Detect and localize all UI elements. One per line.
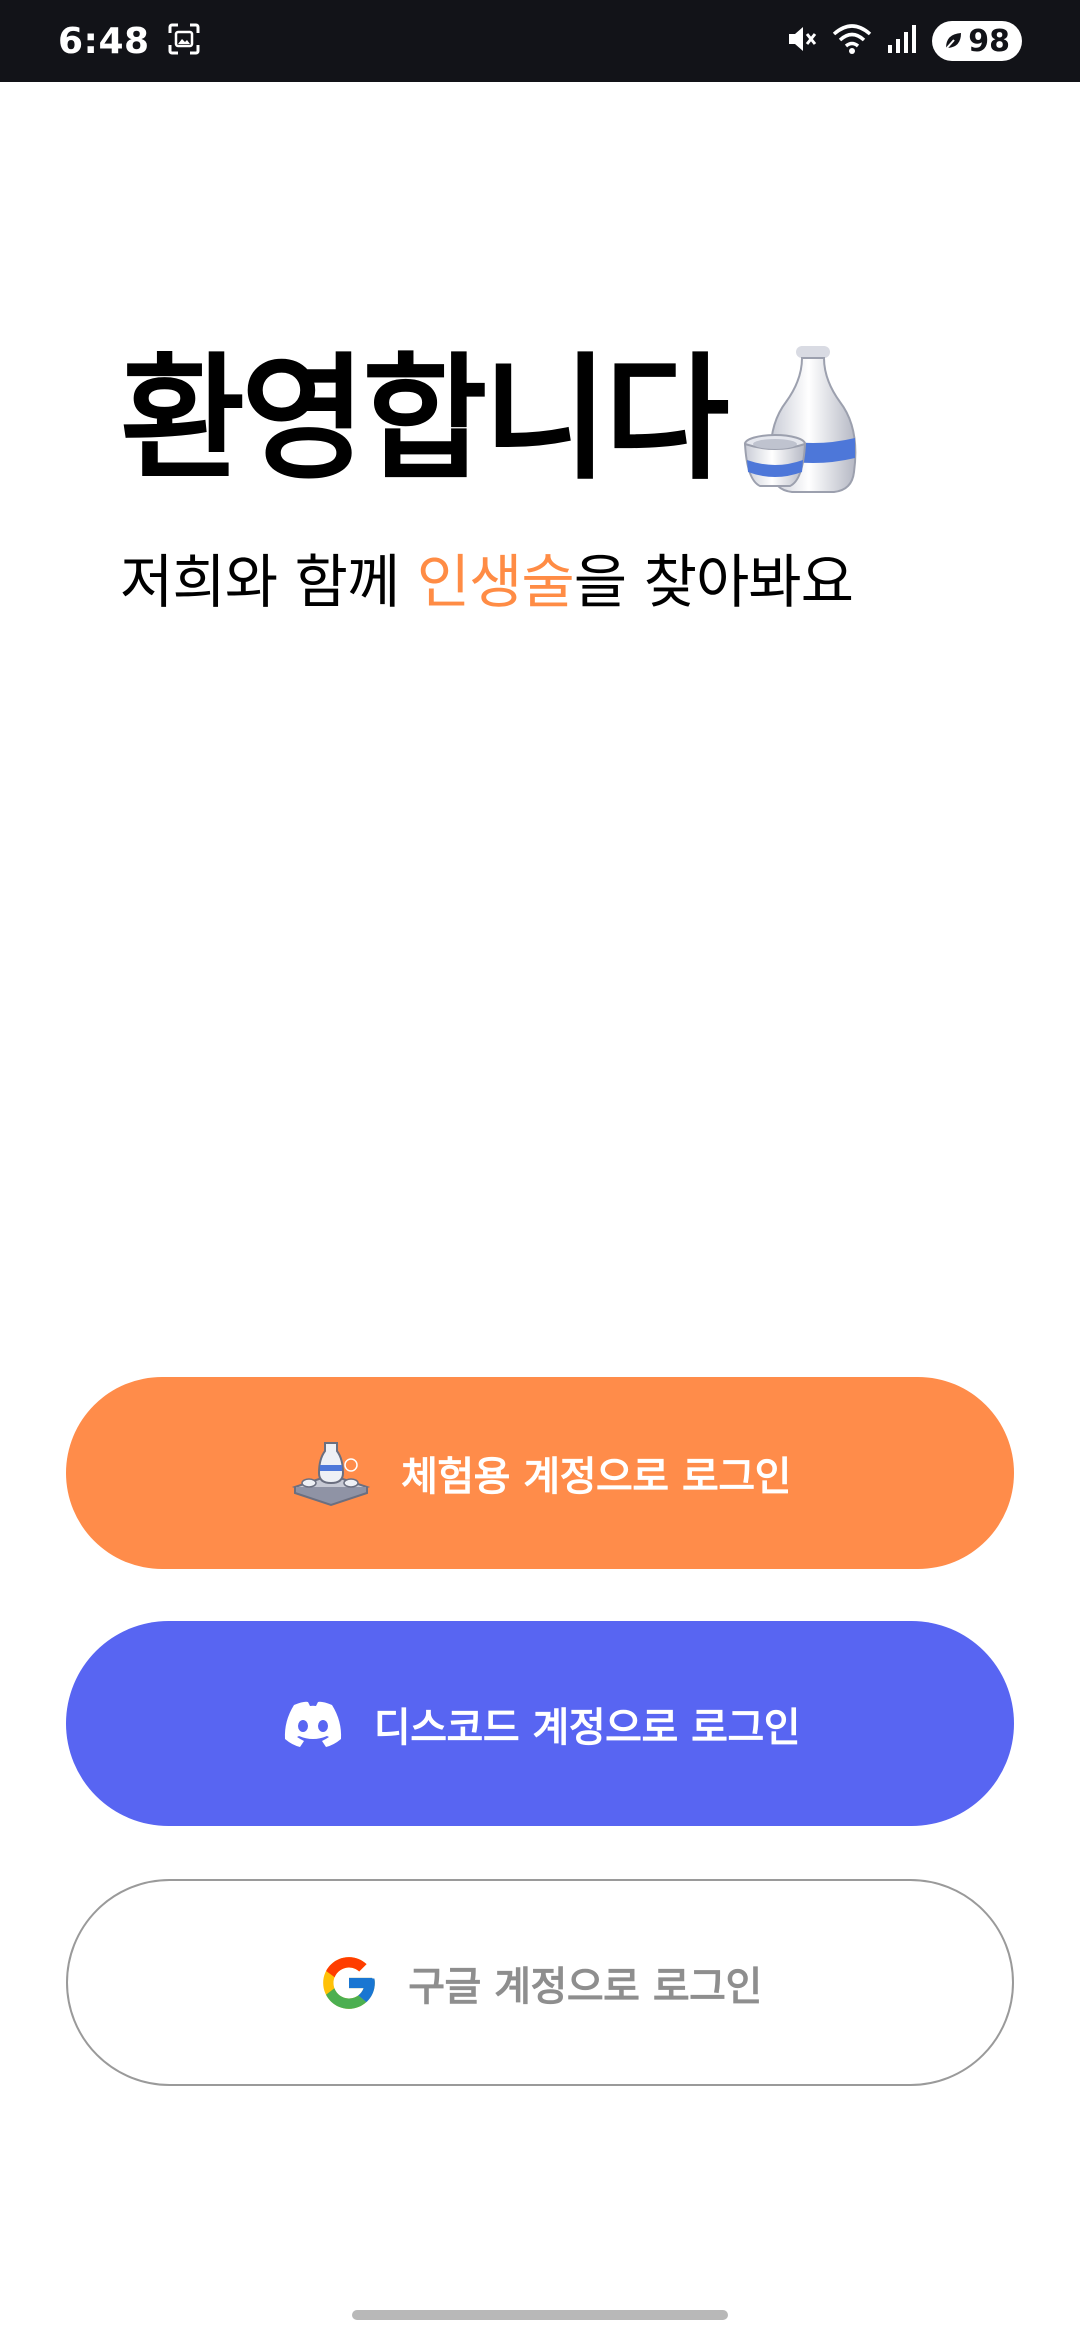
subtitle-accent: 인생술: [416, 548, 575, 616]
google-icon: [318, 1952, 380, 2014]
mute-icon: [784, 22, 818, 60]
google-login-button[interactable]: 구글 계정으로 로그인: [66, 1879, 1014, 2086]
home-indicator[interactable]: [352, 2310, 728, 2320]
battery-level: 98: [968, 23, 1010, 59]
sake-icon: [743, 346, 856, 493]
subtitle-prefix: 저희와 함께: [120, 548, 417, 616]
discord-login-button[interactable]: 디스코드 계정으로 로그인: [66, 1621, 1014, 1826]
status-time: 6:48: [58, 20, 150, 62]
google-login-label: 구글 계정으로 로그인: [408, 1963, 762, 2010]
battery-icon: 98: [932, 21, 1022, 61]
signal-icon: [886, 23, 918, 59]
sake-table-icon: [289, 1437, 373, 1509]
status-bar: 6:48 98: [0, 0, 1080, 82]
wifi-icon: [832, 22, 872, 60]
trial-login-button[interactable]: 체험용 계정으로 로그인: [66, 1377, 1014, 1569]
discord-icon: [280, 1699, 346, 1749]
discord-login-label: 디스코드 계정으로 로그인: [373, 1704, 801, 1751]
status-right: 98: [784, 21, 1022, 61]
screenshot-icon: [166, 21, 202, 61]
welcome-title: 환영합니다: [120, 341, 730, 499]
status-left: 6:48: [58, 21, 202, 62]
leaf-icon: [945, 33, 962, 50]
welcome-row: 환영합니다: [120, 340, 872, 500]
subtitle-suffix: 을 찾아봐요: [573, 548, 854, 616]
welcome-subtitle: 저희와 함께 인생술을 찾아봐요: [120, 535, 854, 619]
login-screen: 6:48 98 환영합니다 저희와 함께 인생술을 찾아봐요 체험용 계정으로 …: [0, 0, 1080, 2340]
trial-login-label: 체험용 계정으로 로그인: [401, 1454, 791, 1500]
